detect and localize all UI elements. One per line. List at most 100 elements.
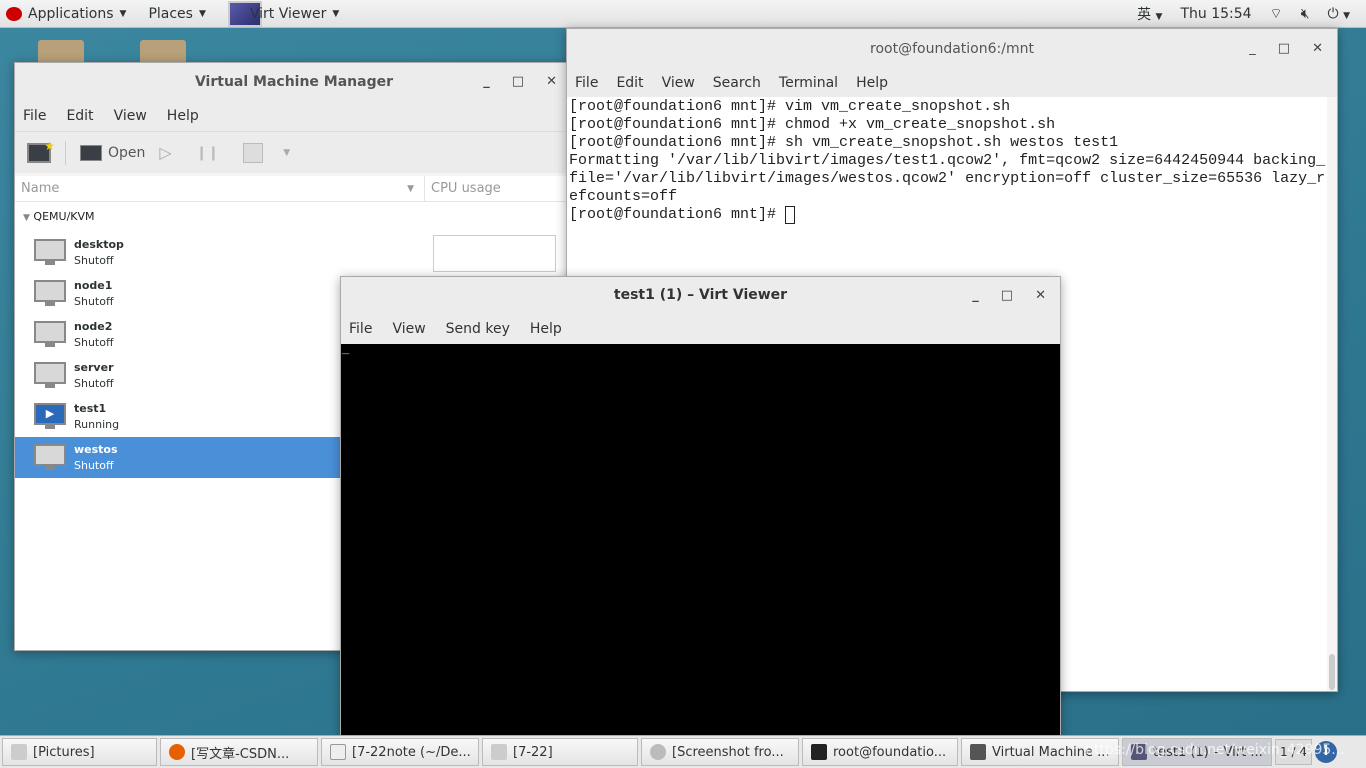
top-panel: Applications ▼ Places ▼ Virt Viewer ▼ 英 ▼ T… (0, 0, 1366, 28)
vm-status: Shutoff (74, 253, 114, 267)
vm-list-header: Name ▼ CPU usage (15, 176, 573, 202)
menu-edit[interactable]: Edit (616, 75, 643, 91)
vm-running-icon: ▶ (34, 402, 66, 431)
cpu-column-header[interactable]: CPU usage (425, 176, 501, 201)
vmm-toolbar: ★ Open ▷ ❙❙ ▼ (15, 131, 573, 173)
menu-file[interactable]: File (349, 321, 372, 337)
terminal-titlebar[interactable]: root@foundation6:/mnt _ □ ✕ (567, 29, 1337, 69)
menu-edit[interactable]: Edit (66, 108, 93, 124)
vm-monitor-icon (34, 279, 66, 308)
applications-label: Applications (28, 5, 114, 22)
cpu-usage-graph (433, 235, 556, 272)
input-method-menu[interactable]: 英 ▼ (1137, 4, 1162, 24)
vmm-titlebar[interactable]: Virtual Machine Manager _ □ ✕ (15, 63, 573, 101)
chevron-down-icon: ▼ (119, 8, 127, 19)
menu-file[interactable]: File (23, 108, 46, 124)
vm-name: desktop (74, 237, 124, 251)
monitor-icon (80, 144, 102, 161)
app-menu[interactable]: Virt Viewer ▼ (227, 0, 340, 27)
window-title: root@foundation6:/mnt (870, 41, 1034, 57)
task-gedit-note[interactable]: [7-22note (~/De... (321, 738, 479, 766)
wifi-icon[interactable]: ⌔ (1270, 5, 1283, 23)
close-button[interactable]: ✕ (1035, 277, 1046, 314)
viewer-titlebar[interactable]: test1 (1) – Virt Viewer _ □ ✕ (341, 277, 1060, 314)
menu-file[interactable]: File (575, 75, 598, 91)
vm-row-node1[interactable]: node1 Shutoff (15, 273, 345, 314)
menu-view[interactable]: View (392, 321, 425, 337)
menu-view[interactable]: View (662, 75, 695, 91)
info-icon[interactable]: i (1314, 741, 1337, 763)
minimize-button[interactable]: _ (972, 277, 979, 314)
task-vmm[interactable]: Virtual Machine ... (961, 738, 1119, 766)
terminal-line: efcounts=off (569, 188, 678, 205)
vm-row-desktop[interactable]: desktop Shutoff (15, 232, 345, 273)
vm-name: server (74, 360, 114, 374)
app-menu-label: Virt Viewer (249, 5, 327, 22)
name-column-header[interactable]: Name ▼ (15, 176, 425, 201)
terminal-prompt: [root@foundation6 mnt]# (569, 206, 786, 223)
vm-name: westos (74, 442, 118, 456)
new-vm-button[interactable]: ★ (27, 139, 55, 163)
volume-muted-icon[interactable]: 🔇︎ (1301, 6, 1310, 22)
task-screenshot[interactable]: [Screenshot fro... (641, 738, 799, 766)
power-menu[interactable]: ⏻ ▼ (1328, 6, 1350, 22)
vm-monitor-icon (34, 443, 66, 472)
minimize-button[interactable]: _ (483, 63, 490, 101)
window-title: Virtual Machine Manager (194, 74, 394, 90)
menu-terminal[interactable]: Terminal (779, 75, 838, 91)
clock[interactable]: Thu 15:54 (1180, 6, 1251, 22)
places-label: Places (148, 5, 193, 22)
terminal-line: [root@foundation6 mnt]# sh vm_create_sno… (569, 134, 1119, 151)
task-terminal[interactable]: root@foundatio... (802, 738, 958, 766)
menu-send-key[interactable]: Send key (446, 321, 510, 337)
chevron-down-icon: ▼ (198, 8, 206, 19)
run-button[interactable]: ▷ (159, 143, 171, 162)
vm-monitor-icon (34, 361, 66, 390)
task-firefox[interactable]: [写文章-CSDN... (160, 738, 318, 766)
vm-status: Shutoff (74, 376, 114, 390)
taskbar: [Pictures] [写文章-CSDN... [7-22note (~/De.… (0, 735, 1366, 768)
terminal-scrollbar[interactable] (1329, 654, 1335, 690)
applications-menu[interactable]: Applications ▼ (6, 6, 126, 22)
workspace-switcher[interactable]: 1 / 4 (1275, 739, 1312, 765)
menu-help[interactable]: Help (167, 108, 199, 124)
vm-status: Shutoff (74, 458, 114, 472)
maximize-button[interactable]: □ (1001, 277, 1013, 314)
vm-status: Running (74, 417, 120, 431)
vm-name: node2 (74, 319, 113, 333)
vm-name: test1 (74, 401, 107, 415)
virt-viewer-window: test1 (1) – Virt Viewer _ □ ✕ File View Se… (340, 276, 1061, 746)
task-virt-viewer[interactable]: test1 (1) – Virt ... (1122, 738, 1272, 766)
menu-search[interactable]: Search (713, 75, 761, 91)
task-pictures[interactable]: [Pictures] (2, 738, 157, 766)
task-7-22[interactable]: [7-22] (482, 738, 638, 766)
vm-name: node1 (74, 278, 113, 292)
window-title: test1 (1) – Virt Viewer (613, 287, 788, 303)
vm-monitor-icon (34, 320, 66, 349)
pause-button[interactable]: ❙❙ (196, 145, 219, 161)
menu-help[interactable]: Help (530, 321, 562, 337)
maximize-button[interactable]: □ (1278, 29, 1290, 69)
vm-row-test1[interactable]: ▶ test1 Running (15, 396, 345, 437)
minimize-button[interactable]: _ (1249, 29, 1256, 69)
shutdown-dropdown-icon[interactable]: ▼ (283, 148, 290, 158)
maximize-button[interactable]: □ (512, 63, 524, 101)
open-button[interactable]: Open (80, 144, 145, 161)
vm-status: Shutoff (74, 294, 114, 308)
close-button[interactable]: ✕ (1312, 29, 1323, 69)
places-menu[interactable]: Places ▼ (148, 6, 205, 22)
terminal-line: file='/var/lib/libvirt/images/westos.qco… (569, 170, 1326, 187)
vm-row-node2[interactable]: node2 Shutoff (15, 314, 345, 355)
menu-help[interactable]: Help (856, 75, 888, 91)
vm-console-display[interactable]: _ (341, 344, 1060, 745)
terminal-line: Formatting '/var/lib/libvirt/images/test… (569, 152, 1326, 169)
vm-row-server[interactable]: server Shutoff (15, 355, 345, 396)
terminal-cursor (785, 206, 796, 224)
connection-qemu-kvm[interactable]: ▼ QEMU/KVM (15, 202, 573, 232)
vm-status: Shutoff (74, 335, 114, 349)
close-button[interactable]: ✕ (546, 63, 557, 101)
menu-view[interactable]: View (114, 108, 147, 124)
shutdown-button[interactable] (243, 142, 264, 163)
chevron-down-icon: ▼ (332, 8, 340, 19)
vm-row-westos[interactable]: westos Shutoff (15, 437, 345, 478)
